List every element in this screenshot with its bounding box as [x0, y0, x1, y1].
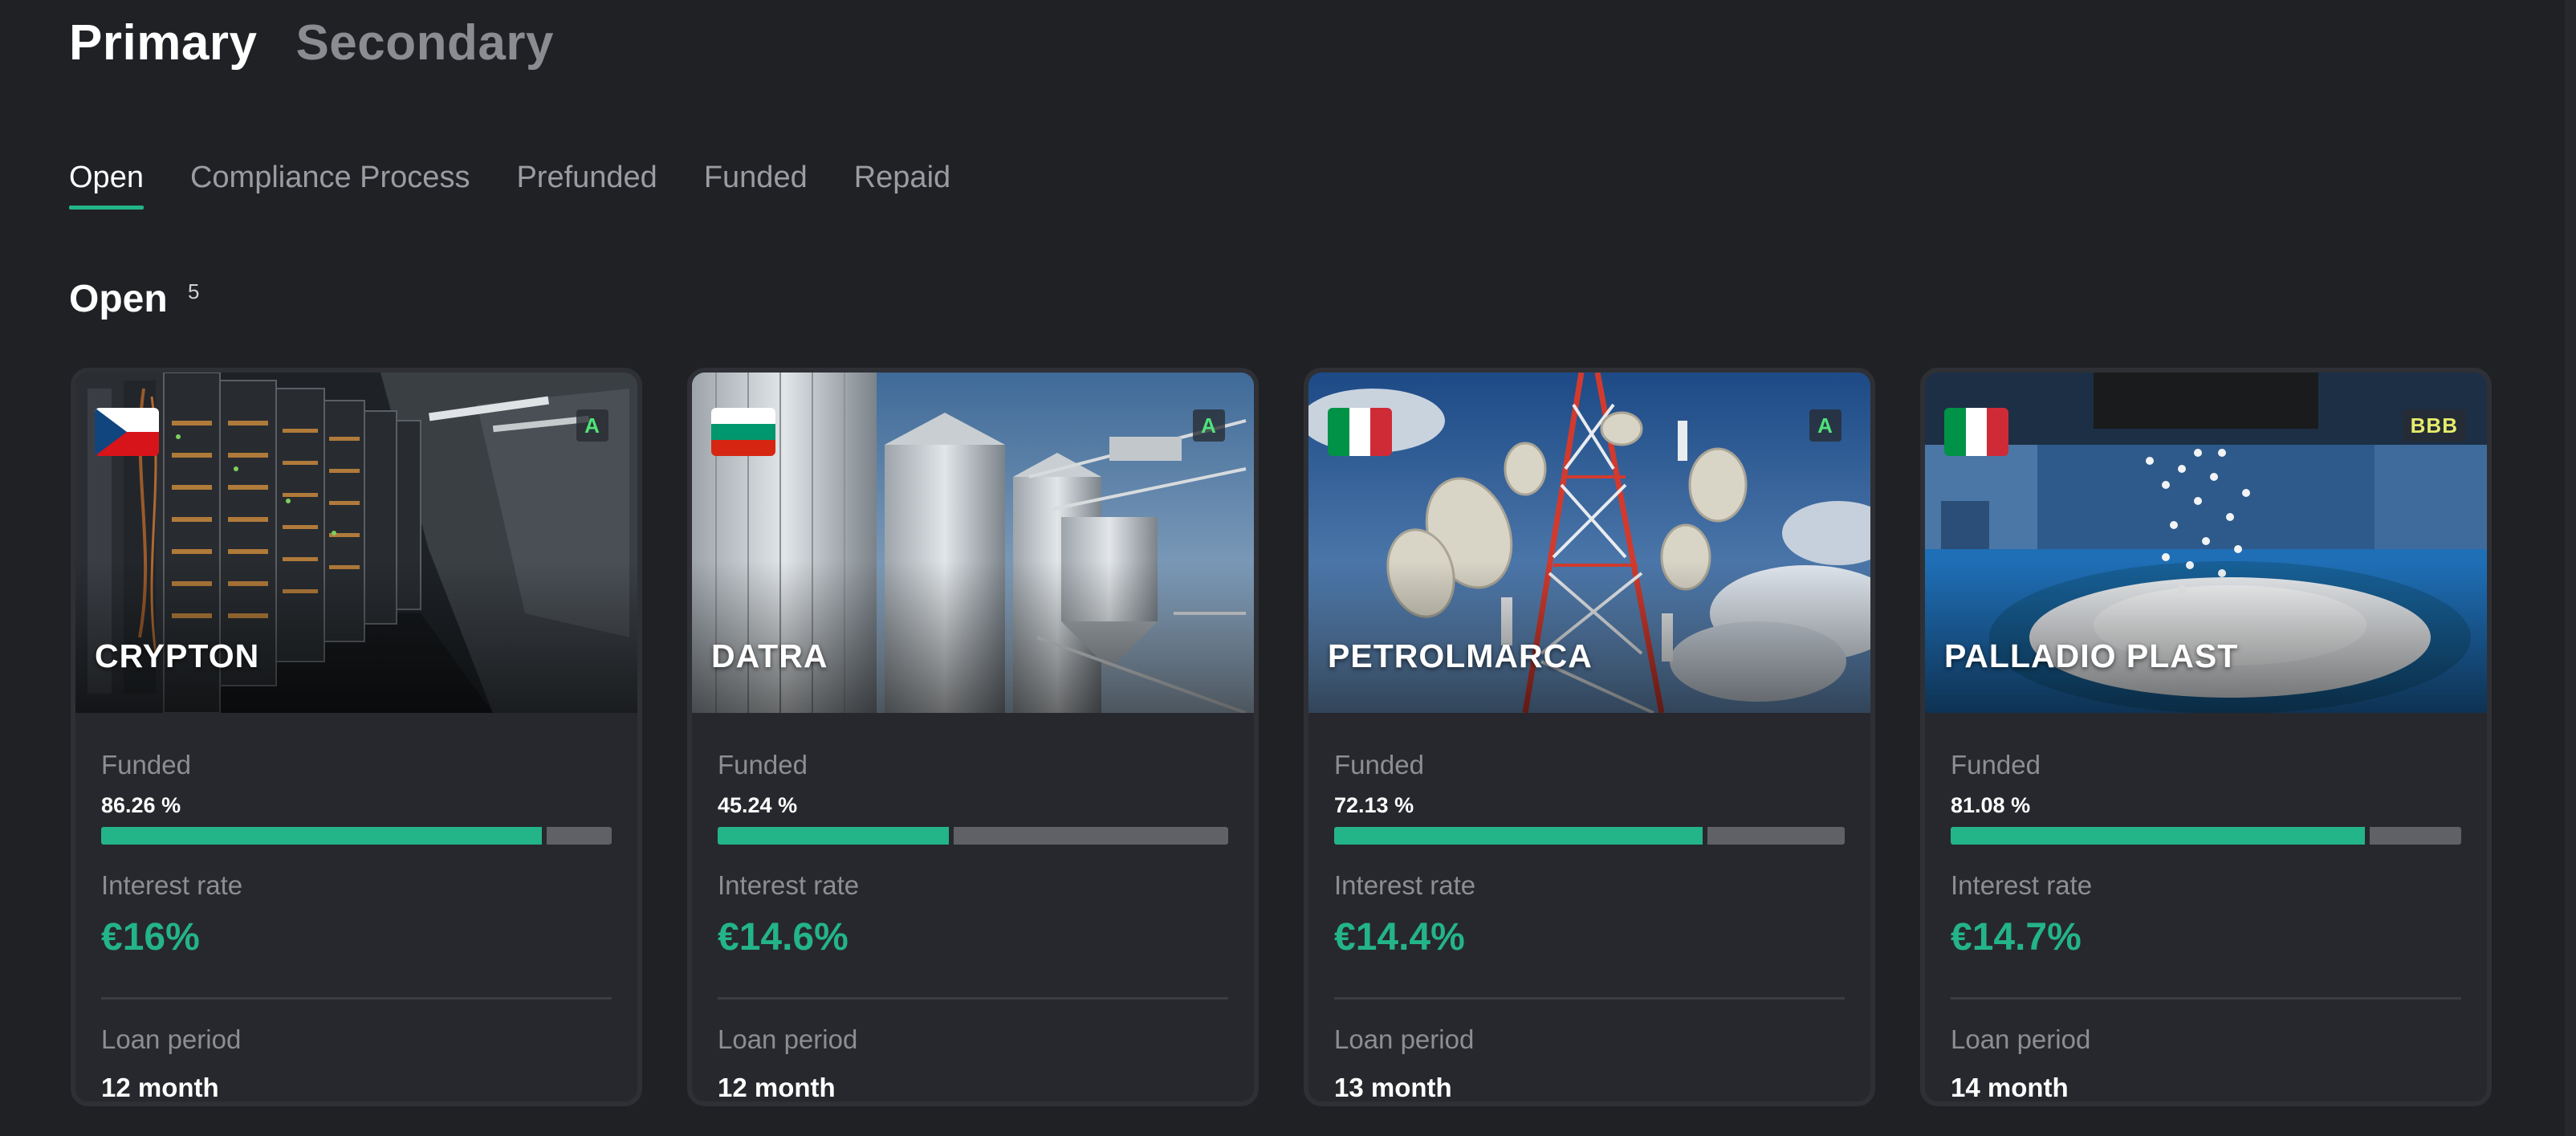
tab-primary[interactable]: Primary [69, 14, 257, 71]
bulgaria-flag-icon [711, 408, 775, 456]
funding-progress-bar [718, 827, 1228, 845]
interest-rate-label: Interest rate [101, 870, 243, 900]
market-tabs: Primary Secondary [69, 14, 554, 71]
loan-card-palladio-plast[interactable]: BBB PALLADIO PLAST Funded 81.08 % Intere… [1920, 368, 2492, 1106]
interest-rate-value: €14.6% [718, 916, 848, 959]
loan-card-petrolmarca[interactable]: A PETROLMARCA Funded 72.13 % Interest ra… [1304, 368, 1875, 1106]
divider [101, 997, 612, 1000]
italy-flag-icon [1944, 408, 2008, 456]
rating-badge: BBB [2402, 409, 2466, 442]
loan-period-label: Loan period [101, 1024, 242, 1054]
tab-compliance-process[interactable]: Compliance Process [190, 161, 470, 210]
company-name: CRYPTON [95, 637, 260, 674]
loan-period-label: Loan period [718, 1024, 858, 1054]
interest-rate-label: Interest rate [718, 870, 860, 900]
funding-progress-bar [1951, 827, 2461, 845]
italy-flag-icon [1328, 408, 1392, 456]
funding-progress-bar [101, 827, 612, 845]
loan-period-value: 12 month [718, 1073, 836, 1102]
divider [718, 997, 1228, 1000]
rating-badge: A [1809, 409, 1841, 442]
funded-percent: 45.24 % [718, 793, 798, 817]
funded-label: Funded [718, 750, 808, 780]
funding-progress-bar [1334, 827, 1845, 845]
funding-progress-fill [718, 827, 954, 845]
interest-rate-label: Interest rate [1951, 870, 2093, 900]
tab-open[interactable]: Open [69, 161, 144, 210]
interest-rate-value: €14.7% [1951, 916, 2082, 959]
interest-rate-label: Interest rate [1334, 870, 1476, 900]
company-name: PALLADIO PLAST [1944, 637, 2239, 674]
loan-period-value: 13 month [1334, 1073, 1452, 1102]
funding-progress-fill [101, 827, 547, 845]
funded-percent: 86.26 % [101, 793, 181, 817]
funding-progress-fill [1951, 827, 2370, 845]
tab-prefunded[interactable]: Prefunded [516, 161, 657, 210]
funded-percent: 72.13 % [1334, 793, 1414, 817]
loan-period-value: 12 month [101, 1073, 219, 1102]
tab-repaid[interactable]: Repaid [854, 161, 950, 210]
interest-rate-value: €14.4% [1334, 916, 1465, 959]
tab-secondary[interactable]: Secondary [295, 14, 554, 71]
czech-flag-icon [95, 408, 159, 456]
funded-label: Funded [1334, 750, 1424, 780]
loan-period-label: Loan period [1334, 1024, 1475, 1054]
loan-card-crypton[interactable]: A CRYPTON Funded 86.26 % Interest rate €… [71, 368, 642, 1106]
rating-badge: A [576, 409, 608, 442]
loan-period-label: Loan period [1951, 1024, 2091, 1054]
company-name: PETROLMARCA [1328, 637, 1593, 674]
divider [1951, 997, 2461, 1000]
interest-rate-value: €16% [101, 916, 200, 959]
funded-label: Funded [101, 750, 191, 780]
scrollbar[interactable] [2565, 0, 2576, 1136]
rating-badge: A [1193, 409, 1225, 442]
status-tabs: Open Compliance Process Prefunded Funded… [69, 161, 950, 210]
funding-progress-fill [1334, 827, 1707, 845]
funded-percent: 81.08 % [1951, 793, 2031, 817]
section-count: 5 [188, 279, 200, 303]
loan-period-value: 14 month [1951, 1073, 2069, 1102]
section-title: Open [69, 278, 168, 320]
tab-funded[interactable]: Funded [704, 161, 808, 210]
funded-label: Funded [1951, 750, 2041, 780]
divider [1334, 997, 1845, 1000]
loan-card-datra[interactable]: A DATRA Funded 45.24 % Interest rate €14… [687, 368, 1259, 1106]
company-name: DATRA [711, 637, 828, 674]
